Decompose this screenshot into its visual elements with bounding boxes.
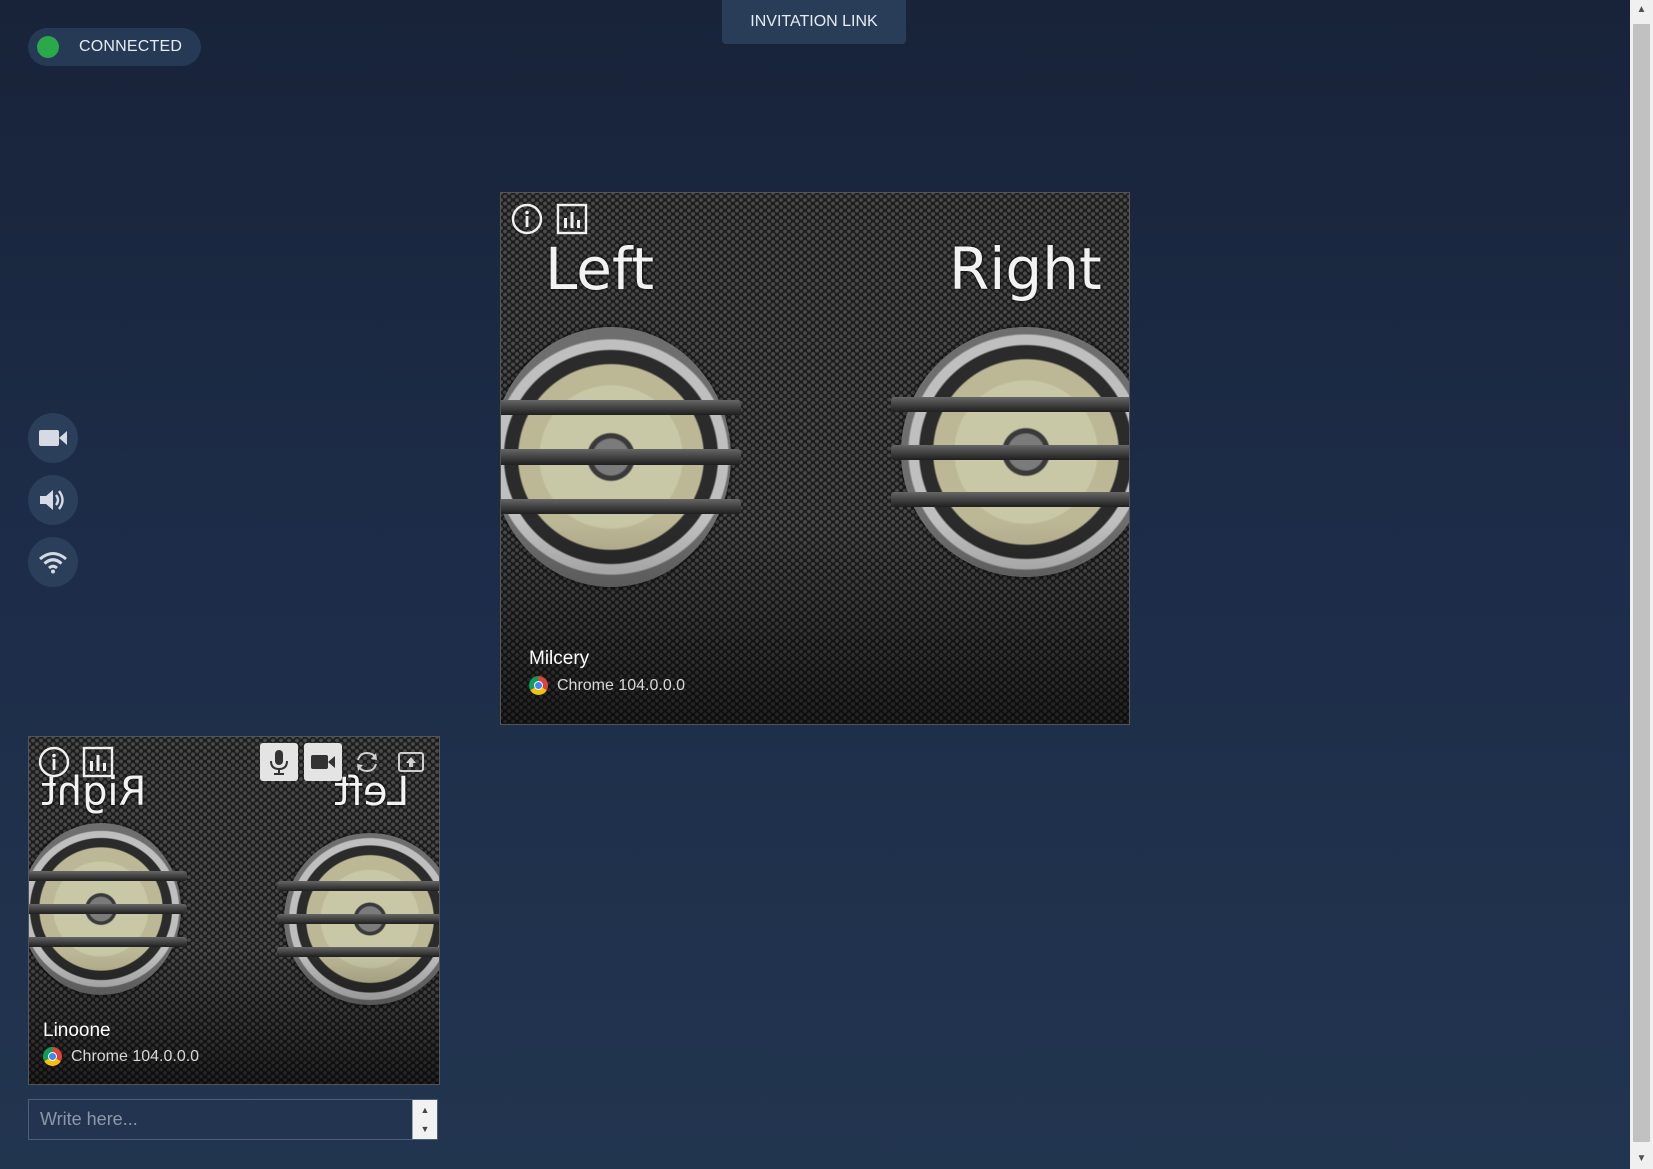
right-channel-label: Right xyxy=(949,235,1102,303)
local-browser-label: Chrome 104.0.0.0 xyxy=(71,1047,200,1065)
toggle-camera-button[interactable] xyxy=(304,743,342,781)
chrome-icon xyxy=(43,1047,62,1066)
local-peer-browser: Chrome 104.0.0.0 xyxy=(43,1047,199,1066)
left-channel-label: Left xyxy=(545,235,655,303)
chat-input[interactable] xyxy=(29,1100,412,1139)
remote-browser-label: Chrome 104.0.0.0 xyxy=(557,676,686,694)
camera-toggle-button[interactable] xyxy=(28,413,78,463)
chat-scroll-control[interactable]: ▲ ▼ xyxy=(412,1100,437,1139)
remote-peer-name: Milcery xyxy=(529,648,590,669)
network-toggle-button[interactable] xyxy=(28,537,78,587)
local-peer-name: Linoone xyxy=(43,1020,111,1041)
left-speaker-graphic xyxy=(29,823,188,995)
speaker-icon xyxy=(40,490,64,510)
microphone-icon xyxy=(270,750,288,775)
share-screen-icon xyxy=(398,752,424,772)
local-video-tile: Right Left Linoone Chrome 104.0.0.0 xyxy=(28,736,440,1085)
wifi-icon xyxy=(39,552,67,574)
right-speaker-graphic xyxy=(277,833,439,1005)
right-speaker-graphic xyxy=(891,327,1129,577)
camera-icon xyxy=(39,430,67,446)
camera-icon xyxy=(311,755,335,769)
scroll-up-icon[interactable]: ▲ xyxy=(1630,2,1653,18)
scroll-down-icon[interactable]: ▼ xyxy=(1630,1151,1653,1167)
invitation-link-button[interactable]: INVITATION LINK xyxy=(722,0,906,44)
connection-status: CONNECTED xyxy=(28,28,201,66)
remote-video-tile: Left Right Milcery Chrome 104.0.0.0 xyxy=(500,192,1130,725)
share-screen-button[interactable] xyxy=(392,743,430,781)
mute-microphone-button[interactable] xyxy=(260,743,298,781)
info-icon[interactable] xyxy=(511,203,543,235)
stats-icon[interactable] xyxy=(82,746,114,778)
chevron-down-icon[interactable]: ▼ xyxy=(421,1124,430,1134)
speaker-toggle-button[interactable] xyxy=(28,475,78,525)
page-scrollbar[interactable]: ▲ ▼ xyxy=(1630,0,1653,1169)
remote-peer-browser: Chrome 104.0.0.0 xyxy=(529,676,685,695)
scrollbar-thumb[interactable] xyxy=(1633,24,1650,1142)
status-indicator xyxy=(37,36,59,58)
status-label: CONNECTED xyxy=(79,38,183,55)
refresh-icon xyxy=(357,751,377,773)
switch-camera-button[interactable] xyxy=(348,743,386,781)
chat-box: ▲ ▼ xyxy=(28,1099,438,1140)
info-icon[interactable] xyxy=(38,746,70,778)
chevron-up-icon[interactable]: ▲ xyxy=(421,1105,430,1115)
stats-icon[interactable] xyxy=(556,203,588,235)
left-speaker-graphic xyxy=(501,327,741,587)
chrome-icon xyxy=(529,676,548,695)
